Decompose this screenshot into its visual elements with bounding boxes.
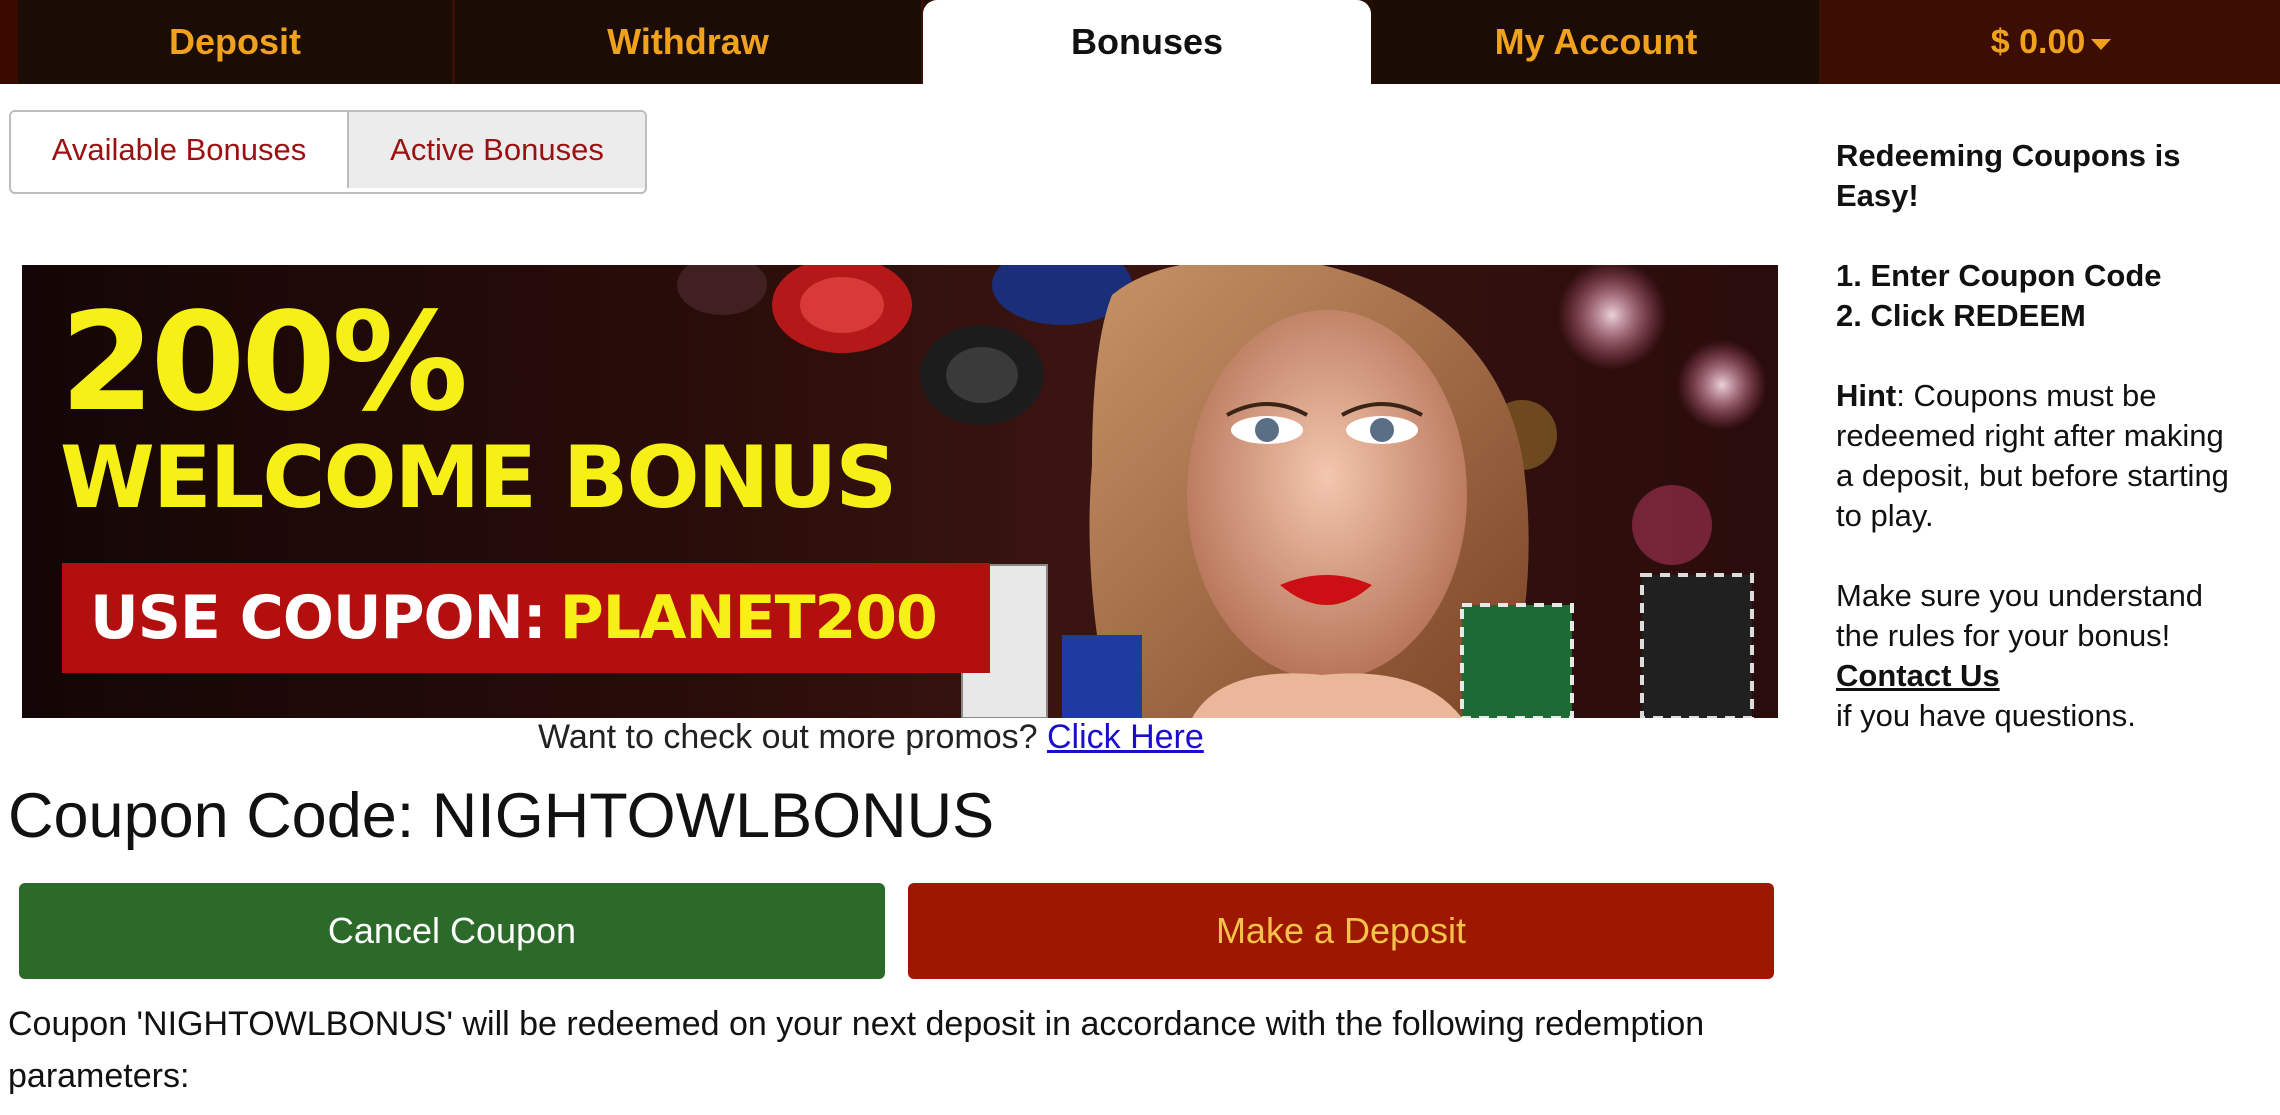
make-deposit-button[interactable]: Make a Deposit — [908, 883, 1774, 979]
banner-coupon-box: USE COUPON: PLANET200 — [62, 563, 990, 673]
top-navigation: Deposit Withdraw Bonuses My Account $ 0.… — [0, 0, 2280, 84]
banner-coupon-code: PLANET200 — [559, 583, 938, 653]
step1-text: Enter Coupon Code — [1870, 258, 2162, 293]
sidebar-heading: Redeeming Coupons is Easy! — [1836, 138, 2181, 213]
tab-bonuses[interactable]: Bonuses — [923, 0, 1371, 84]
subtab-active-label: Active Bonuses — [390, 132, 604, 167]
welcome-bonus-banner[interactable]: 200% WELCOME BONUS USE COUPON: PLANET200 — [22, 265, 1778, 718]
tab-bonuses-label: Bonuses — [1070, 21, 1224, 62]
hint-label: Hint — [1836, 378, 1897, 413]
cancel-coupon-label: Cancel Coupon — [327, 910, 577, 951]
sidebar-hint: Hint: Coupons must be redeemed right aft… — [1836, 376, 2236, 536]
contact-us-link[interactable]: Contact Us — [1836, 658, 2000, 693]
tab-my-account-label: My Account — [1494, 21, 1698, 62]
tab-deposit[interactable]: Deposit — [18, 0, 455, 84]
click-here-link[interactable]: Click Here — [1047, 718, 1204, 756]
tab-my-account[interactable]: My Account — [1373, 0, 1822, 84]
subtab-available-bonuses[interactable]: Available Bonuses — [11, 112, 349, 188]
step2-text: Click REDEEM — [1870, 298, 2086, 333]
tab-withdraw[interactable]: Withdraw — [455, 0, 924, 84]
banner-headline: WELCOME BONUS — [60, 428, 897, 528]
redemption-note: Coupon 'NIGHTOWLBONUS' will be redeemed … — [8, 1005, 1705, 1095]
nav-left-edge — [0, 0, 18, 84]
banner-percent: 200% — [60, 284, 468, 442]
rules-text: Make sure you understand the rules for y… — [1836, 578, 2204, 653]
banner-coupon-label: USE COUPON: — [90, 583, 547, 653]
subtab-available-label: Available Bonuses — [51, 132, 307, 167]
more-promos-line: Want to check out more promos? Click Her… — [538, 718, 1204, 757]
tab-deposit-label: Deposit — [168, 21, 301, 62]
step2-number: 2. — [1836, 298, 1862, 333]
coupon-code-title: Coupon Code: NIGHTOWLBONUS — [8, 781, 995, 851]
cancel-coupon-button[interactable]: Cancel Coupon — [19, 883, 885, 979]
coupon-help-sidebar: Redeeming Coupons is Easy! 1. Enter Coup… — [1836, 136, 2236, 776]
balance-amount: $ 0.00 — [1990, 22, 2086, 61]
make-deposit-label: Make a Deposit — [1215, 910, 1467, 951]
sidebar-steps: 1. Enter Coupon Code 2. Click REDEEM — [1836, 256, 2236, 336]
bonus-subtabs: Available Bonuses Active Bonuses — [9, 110, 647, 194]
questions-text: if you have questions. — [1836, 698, 2136, 733]
more-promos-text: Want to check out more promos? — [538, 718, 1038, 756]
balance-dropdown[interactable]: $ 0.00 — [1822, 0, 2280, 84]
step1-number: 1. — [1836, 258, 1862, 293]
sidebar-rules: Make sure you understand the rules for y… — [1836, 576, 2236, 736]
subtab-active-bonuses[interactable]: Active Bonuses — [349, 112, 645, 188]
tab-withdraw-label: Withdraw — [607, 21, 769, 62]
caret-down-icon — [2091, 38, 2112, 50]
